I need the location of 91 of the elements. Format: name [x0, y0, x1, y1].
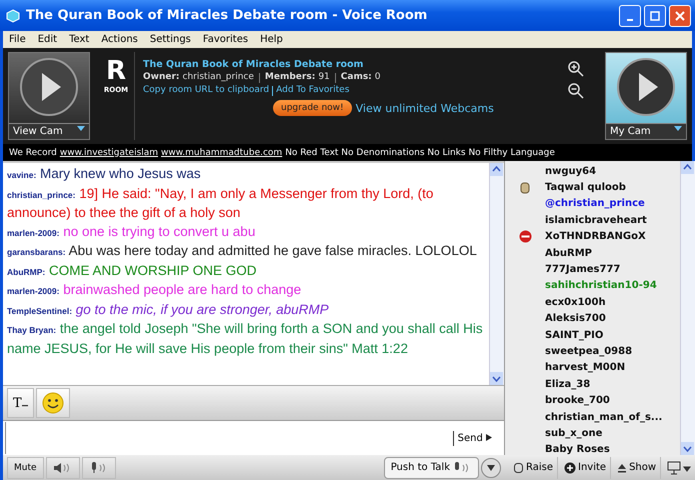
menu-item[interactable]: File [3, 34, 32, 45]
chat-message: Thay Bryan: the angel told Joseph "She will bring forth a SON and you shall call His name JESUS, for He will save His people from their sins" Matt 1:22 [7, 320, 484, 358]
user-name[interactable]: islamicbraveheart [545, 214, 647, 226]
user-name[interactable]: sub_x_one [545, 428, 602, 439]
maximize-icon [650, 10, 660, 20]
chat-message: AbuRMP: COME AND WORSHIP ONE GOD [7, 262, 258, 280]
minimize-icon [627, 18, 633, 20]
monitor-icon [667, 460, 692, 474]
view-cam-dropdown[interactable]: View Cam [9, 123, 89, 139]
user-name[interactable]: ecx0x100h [545, 296, 606, 308]
user-name[interactable]: XoTHNDRBANGoX [545, 231, 646, 242]
webcams-link[interactable]: View unlimited Webcams [356, 102, 494, 114]
speaker-button[interactable] [46, 456, 80, 478]
scroll-up-icon[interactable] [681, 161, 694, 174]
play-icon[interactable] [616, 57, 676, 117]
cams-count: 0 [374, 71, 381, 84]
plus-icon [564, 462, 576, 474]
chat-message: marlen-2009: no one is trying to convert u abu [7, 222, 256, 241]
dropdown-button[interactable] [481, 458, 501, 478]
user-name[interactable]: @christian_prince [545, 198, 645, 210]
blocked-icon [518, 230, 532, 244]
user-name[interactable]: brooke_700 [545, 395, 610, 406]
mute-button[interactable]: Mute [7, 456, 44, 478]
close-icon [675, 10, 685, 20]
caret-icon [486, 464, 496, 472]
window-title: The Quran Book of Miracles Debate room - Voice Room [26, 8, 428, 23]
cams-label: Cams: [340, 71, 372, 84]
menu-item[interactable]: Favorites [196, 34, 254, 45]
chat-message: marlen-2009: brainwashed people are hard to change [7, 281, 302, 299]
emoticon-button[interactable] [36, 388, 70, 418]
user-name[interactable]: 777James777 [545, 264, 620, 276]
menu-item[interactable]: Help [254, 34, 289, 45]
user-name[interactable]: sahihchristian10-94 [545, 280, 657, 292]
members-count: 91 [318, 71, 330, 84]
user-name[interactable]: Eliza_38 [545, 378, 590, 390]
scroll-down-icon[interactable] [681, 442, 694, 455]
scroll-down-icon[interactable] [490, 372, 503, 385]
eject-icon [617, 462, 628, 472]
copy-url-link[interactable]: Copy room URL to clipboard [143, 84, 270, 97]
play-arrow-icon [486, 434, 492, 440]
user-name[interactable]: nwguy64 [545, 166, 596, 177]
push-to-talk-button[interactable]: Push to Talk [384, 456, 479, 478]
hand-icon [519, 181, 531, 194]
add-favorites-link[interactable]: Add To Favorites [276, 84, 350, 97]
user-name[interactable]: harvest_M00N [545, 362, 626, 374]
caret-icon [674, 126, 682, 131]
scroll-up-icon[interactable] [490, 163, 503, 176]
user-name[interactable]: sweetpea_0988 [545, 346, 632, 357]
my-cam-dropdown[interactable]: My Cam [606, 123, 686, 139]
user-name[interactable]: Baby Roses [545, 444, 610, 455]
room-letter: R [106, 58, 126, 84]
cube-icon [6, 8, 20, 22]
upgrade-button[interactable]: upgrade now! [273, 100, 352, 116]
chat-message: garansbarans: Abu was here today and admitted he gave false miracles. LOLOLOL [7, 242, 478, 260]
close-button[interactable] [669, 4, 691, 26]
caret-icon [77, 126, 85, 131]
zoom-out-icon[interactable] [567, 82, 585, 100]
rules-text: No Red Text No Denominations No Links No Filthy Language [285, 148, 555, 158]
hand-icon [513, 462, 524, 474]
menu-item[interactable]: Text [63, 34, 96, 45]
maximize-button[interactable] [644, 4, 666, 26]
user-name[interactable]: Aleksis700 [545, 313, 606, 324]
scroll-bar[interactable] [680, 161, 695, 455]
menu-item[interactable]: Actions [95, 34, 144, 45]
menu-item[interactable]: Settings [144, 34, 197, 45]
user-name[interactable]: christian_man_of_s... [545, 412, 662, 423]
chat-message: vavine: Mary knew who Jesus was [7, 165, 202, 183]
invite-button[interactable]: Invite [560, 456, 612, 478]
owner-name: christian_prince [182, 71, 254, 84]
smiley-icon [42, 392, 64, 414]
scroll-bar[interactable] [489, 163, 504, 385]
chat-message: TempleSentinel: go to the mic, if you are stronger, abuRMP [7, 300, 330, 319]
zoom-in-icon[interactable] [567, 60, 585, 78]
user-name[interactable]: Taqwal quloob [545, 182, 626, 194]
members-label: Members: [264, 71, 316, 84]
owner-label: Owner: [143, 71, 180, 84]
room-name: The Quran Book of Miracles Debate room [143, 58, 364, 71]
microphone-button[interactable] [82, 456, 116, 478]
rules-link[interactable]: www.investigateislam [60, 148, 158, 158]
send-button[interactable]: Send [452, 430, 496, 446]
rules-text: We Record [9, 148, 57, 158]
minimize-button[interactable] [619, 4, 641, 26]
rules-link[interactable]: www.muhammadtube.com [161, 148, 282, 158]
chat-message: christian_prince: 19] He said: "Nay, I am only a Messenger from thy Lord, (to announce) to thee the gift of a holy son [7, 184, 434, 222]
menu-item[interactable]: Edit [32, 34, 64, 45]
user-name[interactable]: AbuRMP [545, 248, 592, 259]
show-button[interactable]: Show [613, 456, 662, 478]
font-button[interactable]: T [7, 388, 34, 418]
play-icon[interactable] [19, 57, 79, 117]
raise-hand-button[interactable]: Raise [509, 456, 558, 478]
user-name[interactable]: SAINT_PIO [545, 330, 604, 341]
